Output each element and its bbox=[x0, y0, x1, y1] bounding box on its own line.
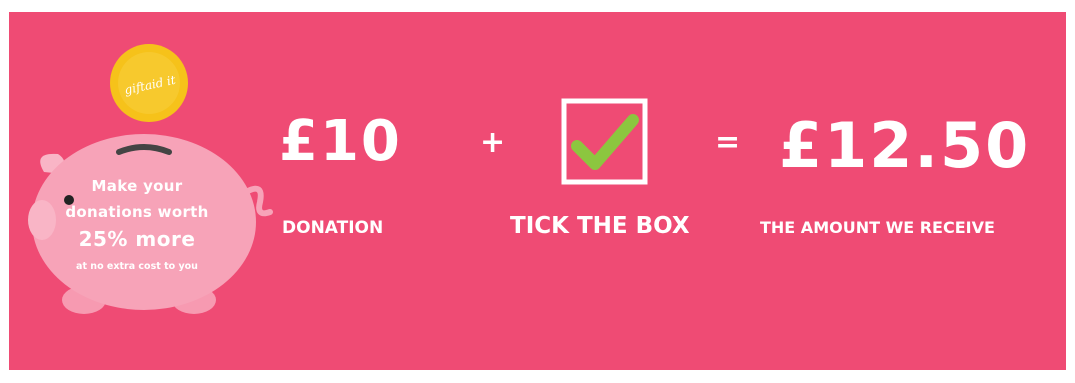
pig-text-line-4: at no extra cost to you bbox=[76, 261, 198, 272]
checkmark-icon bbox=[561, 98, 648, 185]
equals-sign: = bbox=[715, 125, 741, 160]
received-amount: £12.50 bbox=[779, 109, 1031, 182]
piggy-bank-illustration: giftaid it Make your donations worth 25%… bbox=[24, 42, 274, 332]
donation-amount: £10 bbox=[279, 109, 402, 174]
pig-text-line-3: 25% more bbox=[78, 227, 196, 251]
pig-text-line-2: donations worth bbox=[65, 203, 209, 221]
plus-sign: + bbox=[480, 125, 506, 160]
pig-text-line-1: Make your bbox=[91, 177, 183, 195]
tick-the-box-label: TICK THE BOX bbox=[510, 213, 690, 239]
tick-box bbox=[561, 98, 648, 185]
gift-aid-banner: giftaid it Make your donations worth 25%… bbox=[9, 12, 1066, 370]
donation-label: DONATION bbox=[282, 218, 384, 238]
amount-received-label: THE AMOUNT WE RECEIVE bbox=[760, 218, 995, 237]
